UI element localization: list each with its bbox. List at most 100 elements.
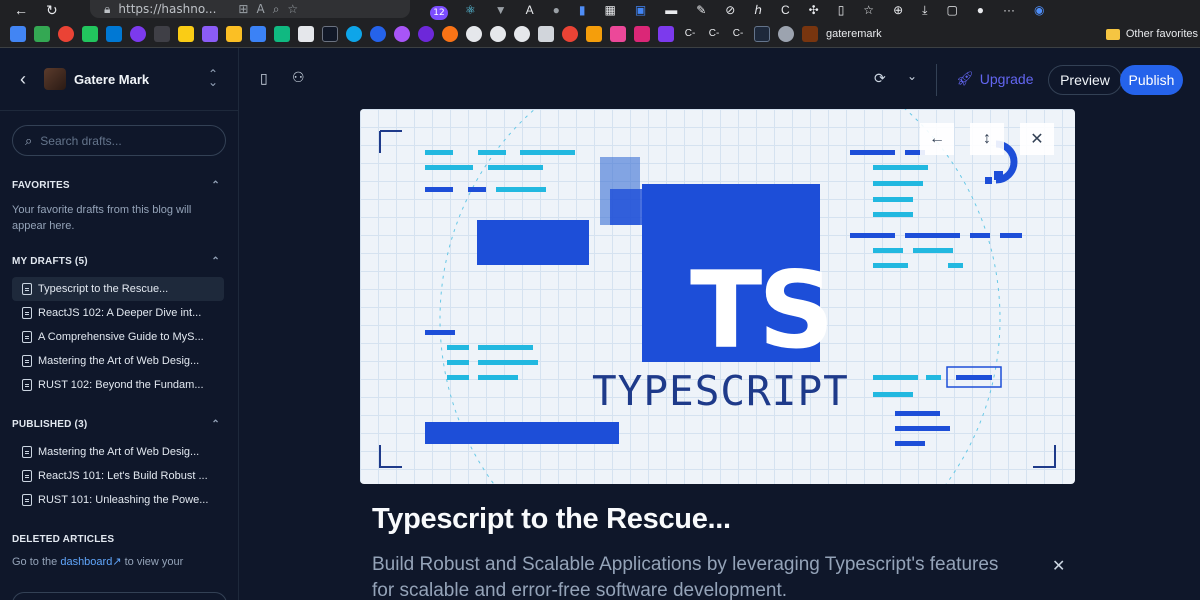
outlook-bookmark-icon[interactable] (106, 25, 122, 42)
bookmark-icon[interactable]: C- (730, 28, 746, 39)
address-bar[interactable]: 🔒︎ https://hashno... ⊞ A ⌕ ☆ (90, 0, 410, 18)
bookmark-icon[interactable] (442, 25, 458, 42)
publish-button[interactable]: Publish (1120, 65, 1183, 95)
zoom-icon[interactable]: ⌕ (273, 2, 280, 17)
bookmark-icon[interactable] (58, 25, 74, 42)
published-header[interactable]: PUBLISHED (3) ⌃ (0, 419, 238, 430)
bookmark-icon[interactable]: C- (706, 28, 722, 39)
search-input[interactable] (40, 133, 201, 148)
more-menu-icon[interactable]: ··· (1003, 3, 1015, 17)
bookmark-icon[interactable] (130, 25, 146, 42)
google-play-bookmark-icon[interactable] (34, 25, 50, 42)
avatar[interactable] (44, 68, 66, 90)
preview-button[interactable]: Preview (1048, 65, 1122, 95)
google-bookmark-icon[interactable] (562, 25, 578, 42)
extension-icon[interactable]: ▬ (665, 3, 677, 17)
extension-icon[interactable]: ℎ (754, 3, 762, 17)
profile-bookmark-label[interactable]: gateremark (826, 28, 882, 40)
dashboard-link[interactable]: dashboard (60, 556, 112, 568)
ai-assist-icon[interactable]: ⟳ (874, 70, 886, 87)
extension-icon[interactable]: ▣ (635, 3, 646, 17)
chevron-up-icon[interactable]: ⌃ (211, 180, 220, 191)
extension-icon[interactable]: ● (553, 3, 560, 17)
draft-item[interactable]: ReactJS 102: A Deeper Dive int... (12, 301, 224, 325)
bookmark-icon[interactable] (298, 25, 314, 42)
bookmark-icon[interactable] (154, 25, 170, 42)
extension-icon[interactable]: ⊘ (725, 3, 735, 17)
github-bookmark-icon[interactable] (466, 25, 482, 42)
search-drafts[interactable]: ⌕ (12, 125, 226, 156)
split-screen-icon[interactable]: ▯ (838, 3, 845, 17)
bookmark-icon[interactable] (610, 25, 626, 42)
bookmark-icon[interactable] (538, 25, 554, 42)
extension-icon[interactable]: A (526, 3, 534, 17)
collections-icon[interactable]: ⊕ (893, 3, 903, 17)
article-title[interactable]: Typescript to the Rescue... (372, 503, 731, 536)
favorites-icon[interactable]: ☆ (863, 3, 874, 17)
bookmark-icon[interactable] (658, 25, 674, 42)
favorite-star-icon[interactable]: ☆ (287, 2, 298, 16)
extension-icon[interactable]: ▢ (946, 3, 957, 17)
bookmark-icon[interactable]: C- (682, 28, 698, 39)
bookmark-icon[interactable] (418, 25, 434, 42)
other-favorites[interactable]: Other favorites (1105, 20, 1200, 48)
sitemap-icon[interactable]: ⚇ (292, 69, 305, 86)
vue-icon[interactable]: ▼ (495, 3, 507, 17)
bookmark-icon[interactable] (634, 25, 650, 42)
back-icon[interactable]: ← (14, 2, 28, 19)
bookmark-icon[interactable] (178, 25, 194, 42)
downloads-icon[interactable]: ⤓ (922, 3, 927, 18)
bookmark-icon[interactable] (274, 25, 290, 42)
extension-icon[interactable]: ▦ (605, 3, 616, 17)
sidebar-bottom-button[interactable] (12, 592, 227, 600)
close-icon[interactable]: ✕ (1020, 123, 1054, 155)
arrow-left-icon[interactable]: ← (920, 123, 954, 155)
chevron-down-icon[interactable]: ⌄ (907, 69, 917, 83)
remove-subtitle-icon[interactable]: ✕ (1052, 556, 1065, 576)
external-link-icon[interactable]: ↗ (112, 556, 121, 568)
extension-icon[interactable]: C (781, 3, 790, 17)
extension-icon[interactable]: ▮ (579, 3, 586, 17)
draft-item[interactable]: A Comprehensive Guide to MyS... (12, 325, 224, 349)
react-devtools-icon[interactable]: ⚛ (465, 3, 476, 17)
bookmark-icon[interactable] (370, 25, 386, 42)
draft-item[interactable]: Mastering the Art of Web Desig... (12, 349, 224, 373)
bookmark-icon[interactable] (322, 25, 338, 42)
bookmark-icon[interactable] (778, 25, 794, 42)
bookmark-icon[interactable] (346, 25, 362, 42)
bookmark-icon[interactable] (394, 25, 410, 42)
github-bookmark-icon[interactable] (514, 25, 530, 42)
profile-bookmark-icon[interactable] (802, 25, 818, 42)
my-drafts-header[interactable]: MY DRAFTS (5) ⌃ (0, 256, 238, 267)
bookmark-icon[interactable] (82, 25, 98, 42)
published-item[interactable]: ReactJS 101: Let's Build Robust ... (12, 464, 224, 488)
bookmark-icon[interactable] (754, 25, 770, 42)
github-bookmark-icon[interactable] (490, 25, 506, 42)
bookmark-icon[interactable] (586, 25, 602, 42)
upgrade-button[interactable]: 🚀︎ Upgrade (956, 70, 1033, 87)
published-item[interactable]: Mastering the Art of Web Desig... (12, 440, 224, 464)
extensions-puzzle-icon[interactable]: ✣ (809, 3, 819, 17)
bookmark-icon[interactable] (226, 25, 242, 42)
reposition-icon[interactable]: ↕ (970, 123, 1004, 155)
chevron-up-icon[interactable]: ⌃ (211, 419, 220, 430)
article-subtitle[interactable]: Build Robust and Scalable Applications b… (372, 552, 1022, 600)
favorites-header[interactable]: FAVORITES ⌃ (0, 180, 238, 191)
google-drive-bookmark-icon[interactable] (10, 25, 26, 42)
profile-icon[interactable]: ● (977, 3, 984, 17)
extension-icon[interactable]: ✎ (696, 3, 706, 17)
draft-item[interactable]: RUST 102: Beyond the Fundam... (12, 373, 224, 397)
sidebar-toggle-icon[interactable]: ▯ (260, 70, 268, 87)
draft-item[interactable]: Typescript to the Rescue... (12, 277, 224, 301)
published-item[interactable]: RUST 101: Unleashing the Powe... (12, 488, 224, 512)
reload-icon[interactable]: ↻ (46, 2, 58, 19)
back-arrow-icon[interactable]: ‹ (20, 69, 26, 90)
blog-owner-name[interactable]: Gatere Mark (74, 72, 149, 87)
read-aloud-icon[interactable]: A (256, 2, 264, 16)
chevron-up-down-icon[interactable]: ⌃ ⌄ (208, 68, 218, 88)
chevron-up-icon[interactable]: ⌃ (211, 256, 220, 267)
app-grid-icon[interactable]: ⊞ (238, 2, 248, 16)
bookmark-icon[interactable] (250, 25, 266, 42)
copilot-icon[interactable]: ◉ (1034, 3, 1044, 17)
code-bookmark-icon[interactable] (202, 25, 218, 42)
